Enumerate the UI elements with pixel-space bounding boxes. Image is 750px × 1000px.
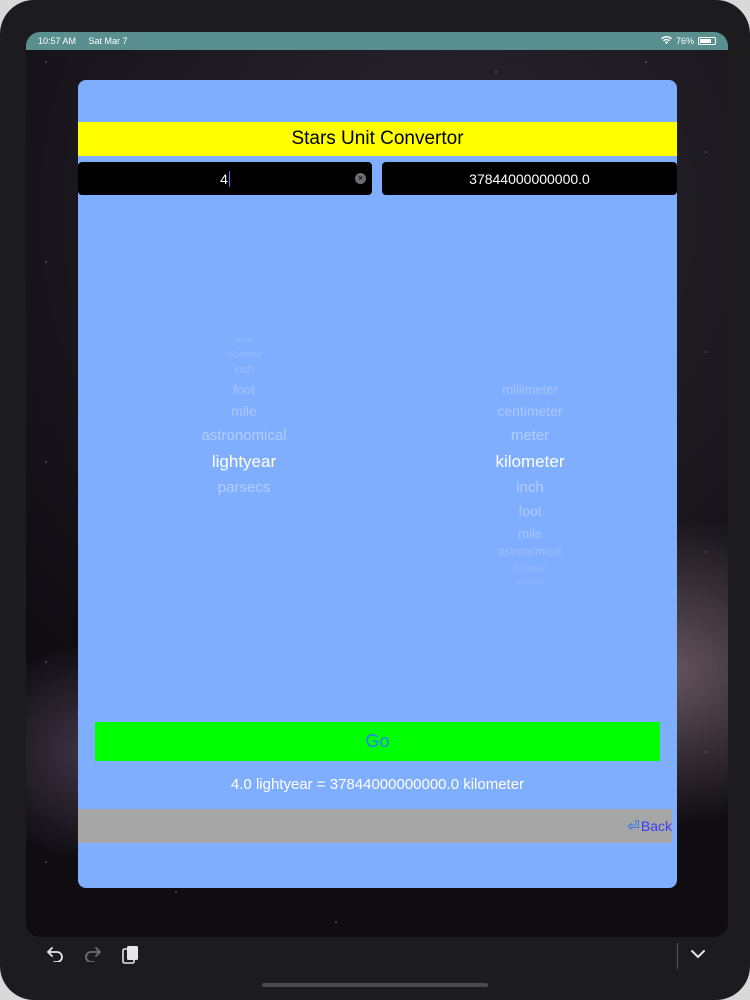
back-label: Back: [640, 818, 672, 834]
converter-card: Stars Unit Convertor 4 × 37844000000000.…: [78, 80, 677, 888]
picker-unit-option[interactable]: foot: [380, 503, 677, 519]
chevron-down-icon[interactable]: [690, 945, 706, 968]
picker-unit-option[interactable]: parsecs: [94, 479, 394, 496]
clear-icon[interactable]: ×: [355, 173, 366, 184]
screen: 10:57 AM Sat Mar 7 76% Stars Unit Conver…: [26, 32, 728, 937]
picker-unit-option[interactable]: astronomical: [94, 427, 394, 444]
picker-unit-option[interactable]: parsecs: [380, 577, 677, 586]
wifi-icon: [660, 36, 672, 46]
status-time: 10:57 AM: [38, 36, 77, 46]
from-unit-picker[interactable]: meter kilometer inch foot mile astronomical li…: [94, 300, 394, 620]
page-title: Stars Unit Convertor: [291, 128, 464, 149]
picker-selected-unit[interactable]: lightyear: [94, 452, 394, 472]
back-button[interactable]: ⏎ Back: [627, 817, 672, 835]
picker-unit-option[interactable]: kilometer: [94, 349, 394, 359]
to-unit-picker[interactable]: millimeter centimeter meter kilometer inch fo…: [380, 300, 677, 620]
keyboard-shortcut-bar: [26, 937, 728, 977]
clipboard-icon[interactable]: [122, 945, 140, 971]
redo-icon[interactable]: [84, 945, 102, 968]
undo-icon[interactable]: [46, 945, 64, 968]
picker-selected-unit[interactable]: kilometer: [380, 452, 677, 472]
conversion-result: 4.0 lightyear = 37844000000000.0 kilomet…: [230, 776, 525, 793]
picker-unit-option[interactable]: mile: [94, 403, 394, 419]
text-caret: [228, 170, 230, 187]
picker-unit-option[interactable]: inch: [380, 479, 677, 496]
picker-unit-option[interactable]: centimeter: [380, 403, 677, 419]
picker-unit-option[interactable]: meter: [94, 335, 394, 344]
result-output-text: 37844000000000.0: [469, 170, 590, 187]
go-button[interactable]: Go: [95, 722, 660, 761]
toolbar-divider: [677, 943, 678, 969]
picker-unit-option[interactable]: lightyear: [380, 563, 677, 573]
picker-unit-option[interactable]: millimeter: [380, 382, 677, 397]
status-bar: 10:57 AM Sat Mar 7 76%: [26, 32, 728, 50]
return-arrow-icon: ⏎: [627, 818, 640, 835]
picker-unit-option[interactable]: foot: [94, 382, 394, 397]
value-input-text: 4: [220, 170, 228, 187]
picker-unit-option[interactable]: mile: [380, 526, 677, 541]
picker-unit-option[interactable]: inch: [94, 364, 394, 376]
title-bar: Stars Unit Convertor: [78, 122, 677, 156]
back-bar: ⏎ Back: [78, 809, 672, 843]
picker-unit-option[interactable]: meter: [380, 427, 677, 444]
battery-percent: 76%: [675, 36, 694, 46]
value-input[interactable]: 4 ×: [78, 162, 372, 195]
picker-unit-option[interactable]: astronomical: [380, 546, 677, 558]
status-date: Sat Mar 7: [88, 36, 128, 46]
result-output-field: 37844000000000.0: [382, 162, 677, 195]
battery-icon: [698, 37, 716, 45]
home-indicator: [262, 983, 488, 987]
